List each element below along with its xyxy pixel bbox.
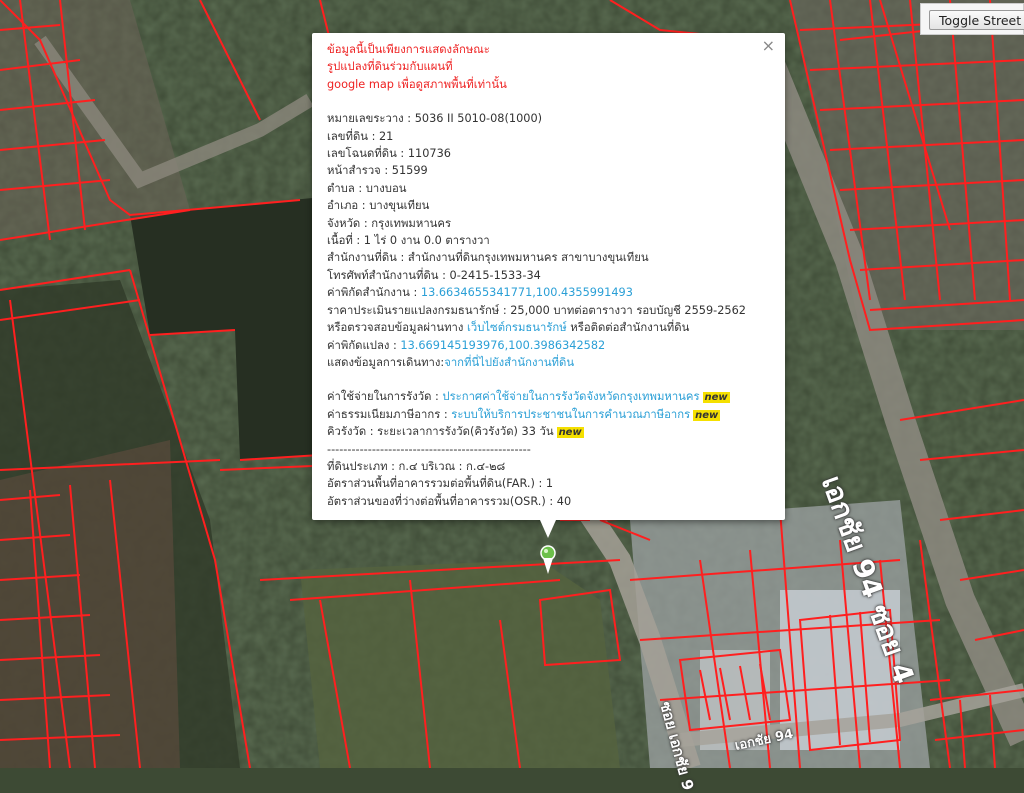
office-coordinate-link[interactable]: 13.6634655341771,100.4355991493 <box>421 286 633 299</box>
parcel-coordinate-link[interactable]: 13.669145193976,100.3986342582 <box>400 339 605 352</box>
parcel-coordinate-label: ค่าพิกัดแปลง : <box>327 338 401 352</box>
land-office: สำนักงานที่ดิน : สำนักงานที่ดินกรุงเทพมห… <box>327 251 649 265</box>
check-suffix: หรือติดต่อสำนักงานที่ดิน <box>566 321 690 335</box>
check-info-row: หรือตรวจสอบข้อมูลผ่านทาง เว็บไซต์กรมธนาร… <box>327 319 773 336</box>
disclaimer-line-1: ข้อมูลนี้เป็นเพียงการแสดงลักษณะ <box>327 43 490 56</box>
tax-fee-link[interactable]: ระบบให้บริการประชาชนในการคำนวณภาษีอากร <box>451 408 690 421</box>
office-phone: โทรศัพท์สำนักงานที่ดิน : 0-2415-1533-34 <box>327 268 541 282</box>
area: เนื้อที่ : 1 ไร่ 0 งาน 0.0 ตารางวา <box>327 234 490 248</box>
survey-queue-row: คิวรังวัด : ระยะเวลาการรังวัด(คิวรังวัด)… <box>327 423 773 440</box>
info-window-tail <box>540 520 556 538</box>
sheet-number: หมายเลขระวาง : 5036 II 5010-08(1000) <box>327 112 543 126</box>
route-row: แสดงข้อมูลการเดินทาง:จากที่นี่ไปยังสำนัก… <box>327 354 773 371</box>
office-coordinate-label: ค่าพิกัดสำนักงาน : <box>327 286 421 300</box>
new-badge: new <box>693 409 721 421</box>
street-view-toggle-container: Toggle Street V <box>920 3 1024 35</box>
check-prefix: หรือตรวจสอบข้อมูลผ่านทาง <box>327 321 467 335</box>
route-label: แสดงข้อมูลการเดินทาง: <box>327 355 445 369</box>
tax-fee-row: ค่าธรรมเนียมภาษีอากร : ระบบให้บริการประช… <box>327 406 773 423</box>
separator: ----------------------------------------… <box>327 442 531 456</box>
office-coordinate-row: ค่าพิกัดสำนักงาน : 13.6634655341771,100.… <box>327 284 773 301</box>
disclaimer-line-2: รูปแปลงที่ดินร่วมกับแผนที่ <box>327 60 453 74</box>
survey-expense-link[interactable]: ประกาศค่าใช้จ่ายในการรังวัดจังหวัดกรุงเท… <box>442 390 699 403</box>
far-ratio: อัตราส่วนพื้นที่อาคารรวมต่อพื้นที่ดิน(FA… <box>327 477 554 491</box>
treasury-website-link[interactable]: เว็บไซต์กรมธนารักษ์ <box>467 321 567 334</box>
zoning: ที่ดินประเภท : ก.๔ บริเวณ : ก.๔-๒๘ <box>327 459 506 473</box>
toggle-street-view-button[interactable]: Toggle Street V <box>929 10 1024 30</box>
survey-expense-row: ค่าใช้จ่ายในการรังวัด : ประกาศค่าใช้จ่าย… <box>327 388 773 405</box>
deed-number: เลขโฉนดที่ดิน : 110736 <box>327 147 451 161</box>
appraisal-price: ราคาประเมินรายแปลงกรมธนารักษ์ : 25,000 บ… <box>327 303 746 317</box>
new-badge: new <box>556 427 584 439</box>
subdistrict: ตำบล : บางบอน <box>327 181 407 195</box>
close-icon[interactable]: × <box>762 38 775 54</box>
location-pin-icon[interactable] <box>540 545 556 575</box>
parcel-info-window: × ข้อมูลนี้เป็นเพียงการแสดงลักษณะ รูปแปล… <box>312 33 785 520</box>
land-number: เลขที่ดิน : 21 <box>327 129 394 143</box>
survey-expense-label: ค่าใช้จ่ายในการรังวัด : <box>327 390 443 404</box>
parcel-coordinate-row: ค่าพิกัดแปลง : 13.669145193976,100.39863… <box>327 337 773 354</box>
new-badge: new <box>702 392 730 404</box>
province: จังหวัด : กรุงเทพมหานคร <box>327 216 452 230</box>
route-link[interactable]: จากที่นี่ไปยังสำนักงานที่ดิน <box>444 356 574 369</box>
disclaimer-line-3: google map เพื่อดูสภาพพื้นที่เท่านั้น <box>327 77 507 91</box>
osr-ratio: อัตราส่วนของที่ว่างต่อพื้นที่อาคารรวม(OS… <box>327 494 572 508</box>
survey-queue: คิวรังวัด : ระยะเวลาการรังวัด(คิวรังวัด)… <box>327 425 554 439</box>
survey-page: หน้าสำรวจ : 51599 <box>327 164 428 178</box>
tax-fee-label: ค่าธรรมเนียมภาษีอากร : <box>327 407 452 421</box>
district: อำเภอ : บางขุนเทียน <box>327 199 430 213</box>
